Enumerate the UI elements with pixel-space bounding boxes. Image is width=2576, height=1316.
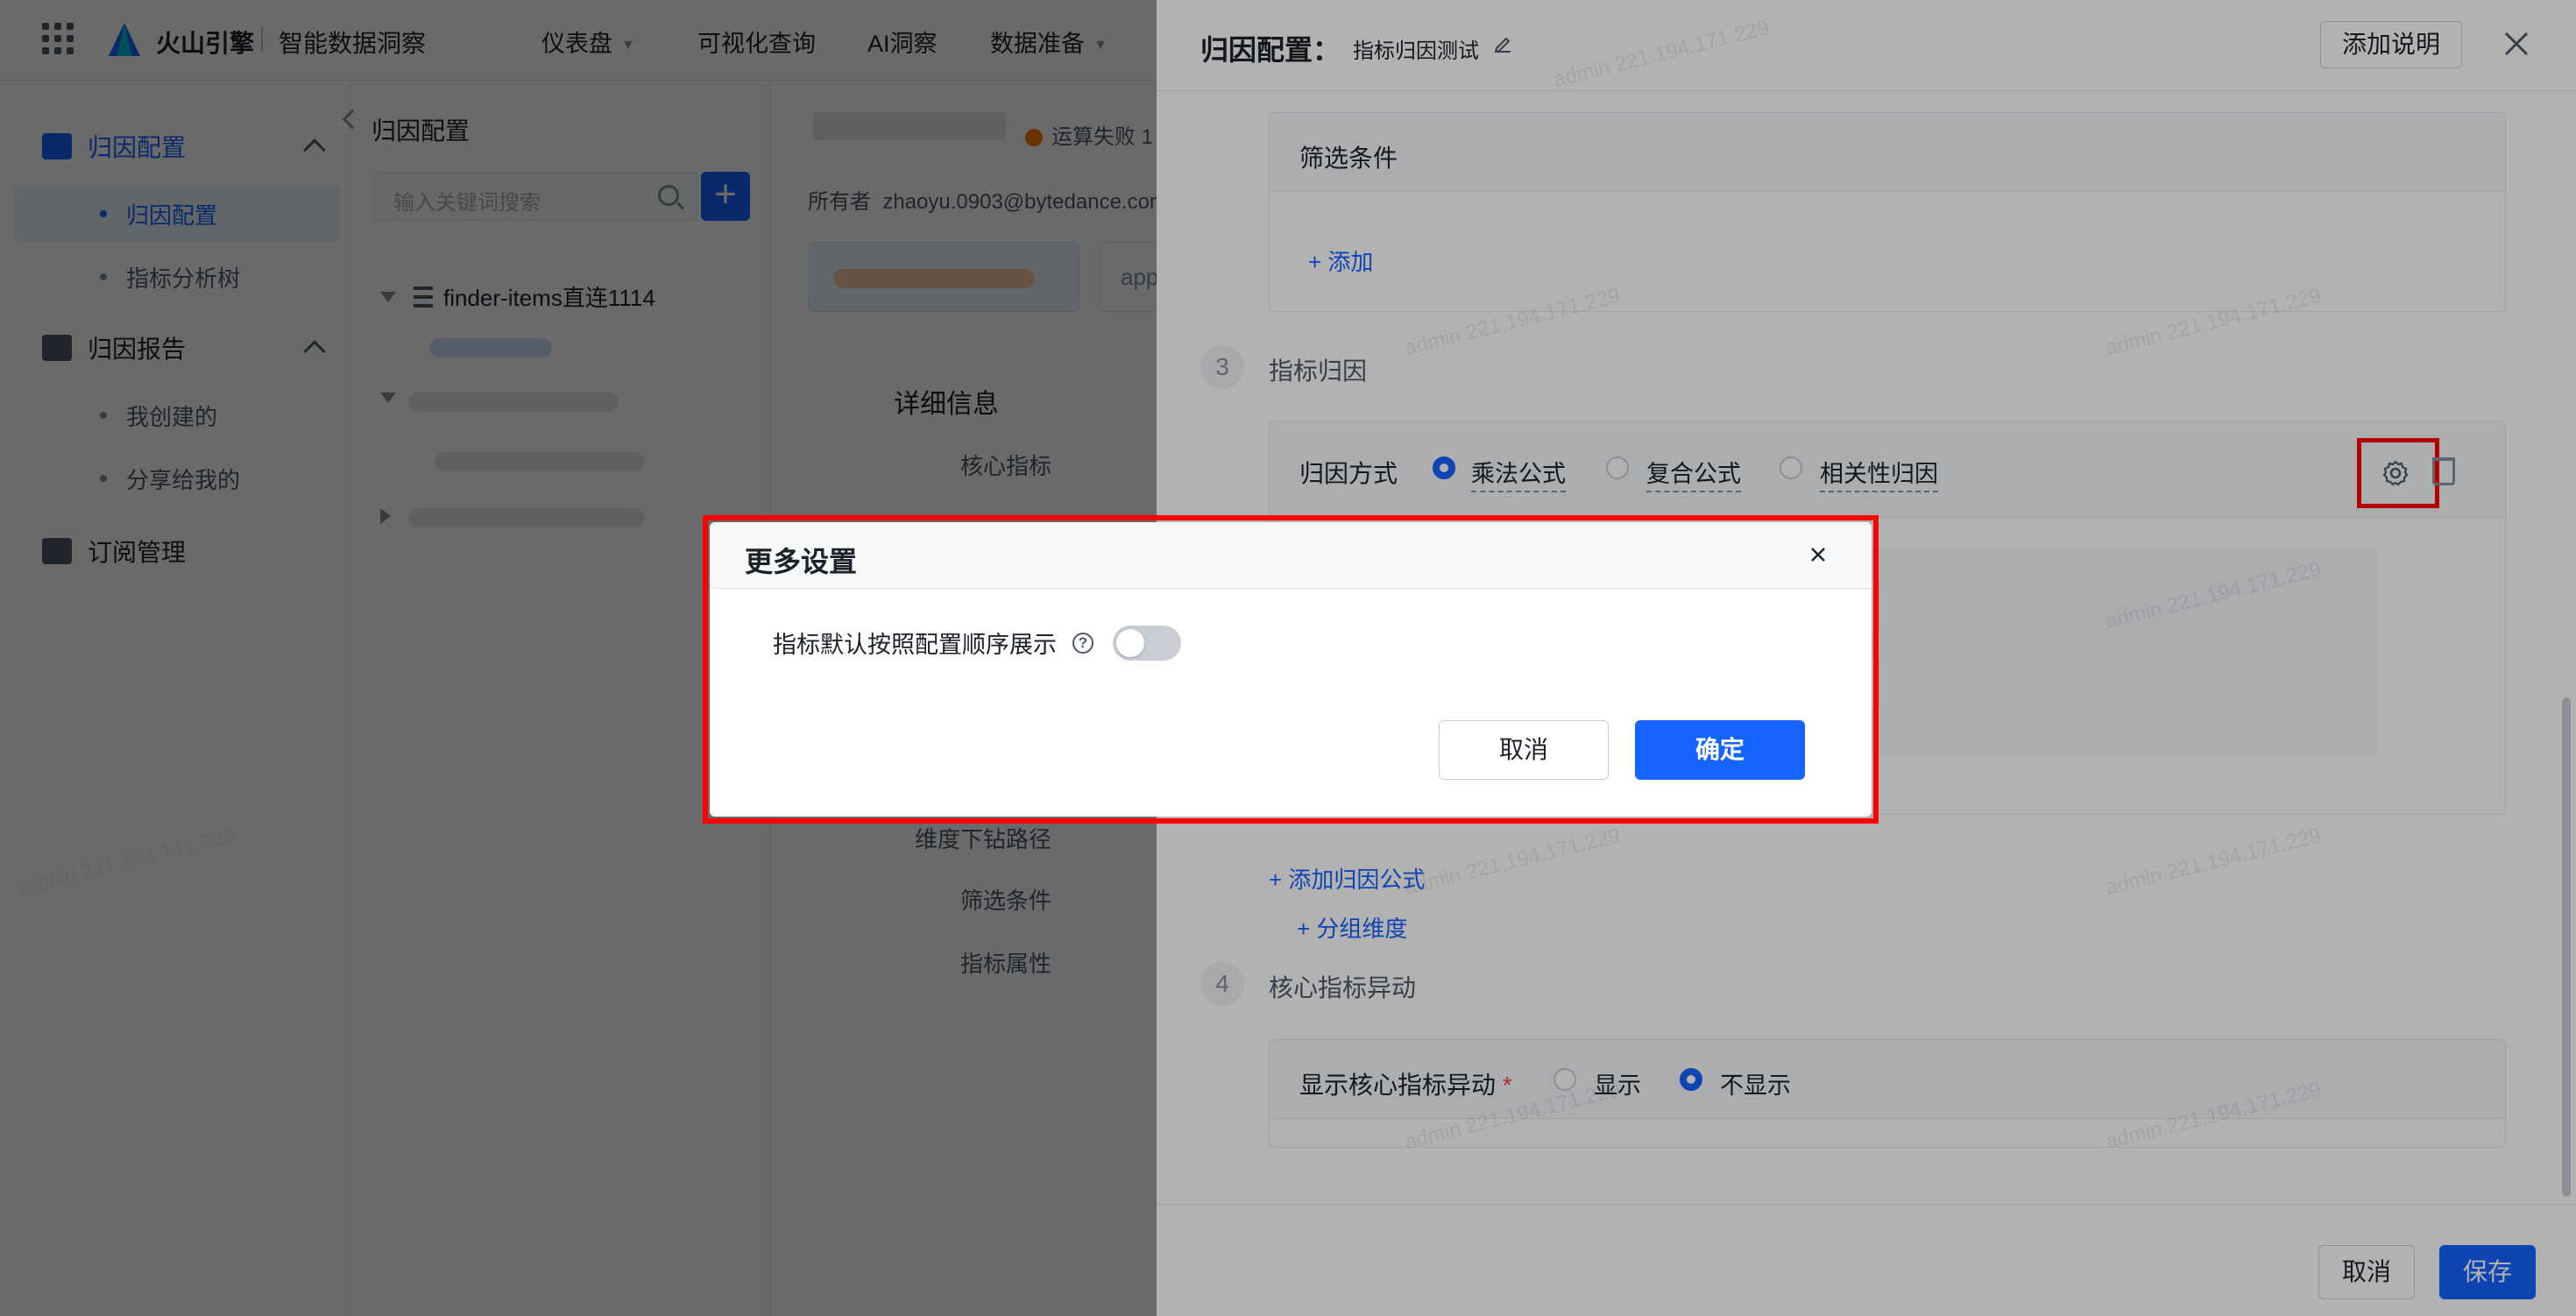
help-circle-icon[interactable]: ? [1072,633,1093,654]
order-toggle-switch[interactable] [1113,626,1181,661]
modal-cancel-button[interactable]: 取消 [1439,720,1609,780]
order-setting-label: 指标默认按照配置顺序展示 [773,632,1057,658]
modal-confirm-button[interactable]: 确定 [1635,720,1805,780]
more-settings-modal: 更多设置 指标默认按照配置顺序展示 ? 取消 确定 [710,522,1872,817]
modal-title: 更多设置 [745,546,858,577]
modal-header: 更多设置 [710,522,1872,589]
close-icon[interactable] [1807,543,1829,566]
